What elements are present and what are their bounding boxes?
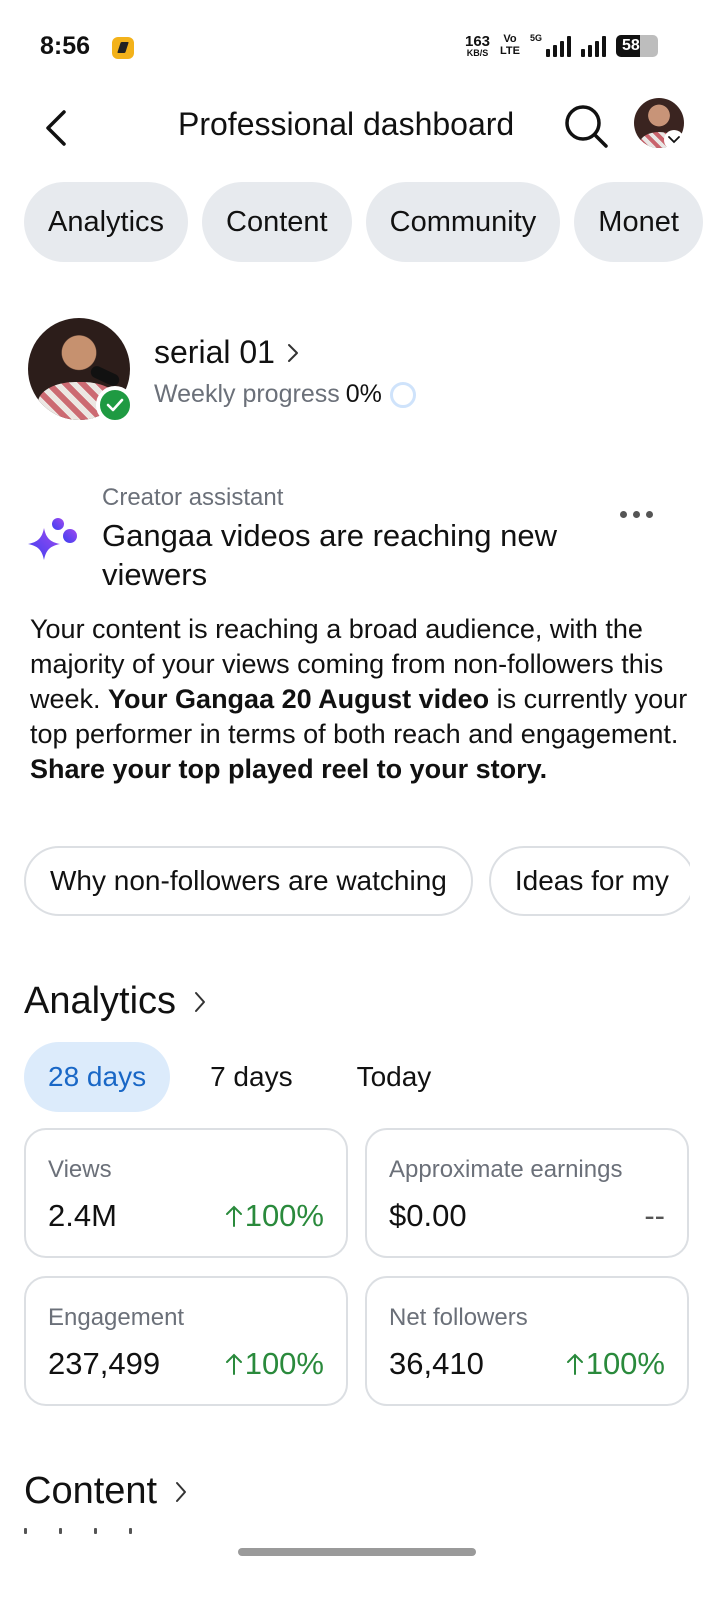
engagement-card[interactable]: Engagement 237,499 100% [24, 1276, 348, 1406]
time-range-selector: 28 days 7 days Today [24, 1042, 471, 1112]
assistant-suggestions: Why non-followers are watching Ideas for … [24, 846, 690, 918]
back-button[interactable] [32, 102, 80, 154]
home-indicator[interactable] [238, 1548, 476, 1556]
profile-summary: serial 01 Weekly progress 0% [28, 318, 708, 428]
assistant-body-bold-2: Share your top played reel to your story… [30, 754, 548, 784]
sparkle-icon [28, 518, 77, 560]
network-type-label: 5G [529, 33, 542, 43]
range-7-days[interactable]: 7 days [186, 1042, 317, 1112]
arrow-up-icon [566, 1353, 583, 1375]
signal-strength-2-icon [581, 35, 606, 57]
analytics-title: Analytics [24, 980, 177, 1022]
checkmark-icon [96, 386, 134, 424]
net-followers-card[interactable]: Net followers 36,410 100% [365, 1276, 689, 1406]
engagement-value: 237,499 [48, 1346, 161, 1381]
search-icon [565, 105, 608, 148]
volte-line-2: LTE [500, 45, 520, 57]
weekly-progress-value: 0% [345, 380, 382, 408]
weekly-progress-label: Weekly progress [154, 380, 340, 408]
net-followers-value: 36,410 [389, 1346, 484, 1381]
earnings-value: $0.00 [389, 1198, 467, 1233]
range-today[interactable]: Today [333, 1042, 456, 1112]
chevron-down-icon [668, 136, 680, 144]
engagement-delta: 100% [225, 1346, 324, 1382]
battery-icon: 58 [616, 35, 658, 57]
battery-level: 58 [622, 37, 640, 54]
content-title: Content [24, 1470, 158, 1512]
views-label: Views [48, 1156, 112, 1183]
progress-ring-icon [389, 381, 416, 408]
page-title: Professional dashboard [178, 106, 515, 142]
assistant-label: Creator assistant [102, 484, 284, 511]
profile-name-link[interactable]: serial 01 [154, 334, 299, 371]
chevron-right-icon [195, 991, 206, 1012]
earnings-card[interactable]: Approximate earnings $0.00 -- [365, 1128, 689, 1258]
chevron-left-icon [46, 110, 66, 146]
chevron-right-icon [176, 1481, 187, 1502]
more-options-button[interactable] [612, 500, 660, 528]
signal-strength-1-icon [546, 35, 571, 57]
status-time: 8:56 [40, 32, 91, 60]
tab-analytics[interactable]: Analytics [24, 182, 189, 262]
network-speed-value: 163 [464, 33, 491, 50]
tab-content[interactable]: Content [202, 182, 352, 262]
arrow-up-icon [225, 1205, 242, 1227]
status-bar: 8:56 163 KB/S Vo LTE 5G 58 [0, 0, 728, 96]
views-card[interactable]: Views 2.4M 100% [24, 1128, 348, 1258]
earnings-label: Approximate earnings [389, 1156, 623, 1183]
account-switch-chevron[interactable] [664, 130, 684, 150]
notification-app-icon [112, 37, 134, 59]
suggestion-chip[interactable]: Ideas for my [488, 846, 690, 916]
engagement-delta-value: 100% [244, 1346, 324, 1381]
status-indicators: 163 KB/S Vo LTE 5G 58 [465, 33, 658, 58]
profile-name: serial 01 [154, 334, 275, 370]
net-followers-label: Net followers [389, 1304, 528, 1331]
network-speed: 163 KB/S [465, 34, 490, 58]
app-header: Professional dashboard [0, 96, 728, 160]
content-preview-partial [24, 1528, 132, 1534]
assistant-body-bold-1: Your Gangaa 20 August video [108, 684, 490, 714]
volte-indicator: Vo LTE [500, 34, 520, 57]
assistant-message: Your content is reaching a broad audienc… [30, 612, 710, 787]
dashboard-tabs: Analytics Content Community Monet [24, 182, 728, 262]
network-speed-unit: KB/S [466, 48, 489, 58]
content-section-header[interactable]: Content [24, 1470, 187, 1513]
engagement-label: Engagement [48, 1304, 185, 1331]
views-delta-value: 100% [244, 1198, 324, 1233]
net-followers-delta-value: 100% [585, 1346, 665, 1381]
views-value: 2.4M [48, 1198, 117, 1233]
views-delta: 100% [225, 1198, 324, 1234]
earnings-delta: -- [644, 1198, 665, 1233]
weekly-progress: Weekly progress 0% [154, 380, 416, 409]
search-button[interactable] [560, 100, 612, 152]
arrow-up-icon [225, 1353, 242, 1375]
net-followers-delta: 100% [566, 1346, 665, 1382]
range-28-days[interactable]: 28 days [24, 1042, 171, 1112]
analytics-section-header[interactable]: Analytics [24, 980, 206, 1023]
suggestion-chip[interactable]: Why non-followers are watching [24, 846, 473, 916]
chevron-right-icon [287, 343, 298, 362]
tab-monetisation[interactable]: Monet [574, 182, 703, 262]
assistant-title: Gangaa videos are reaching new viewers [102, 518, 557, 592]
tab-community[interactable]: Community [365, 182, 561, 262]
